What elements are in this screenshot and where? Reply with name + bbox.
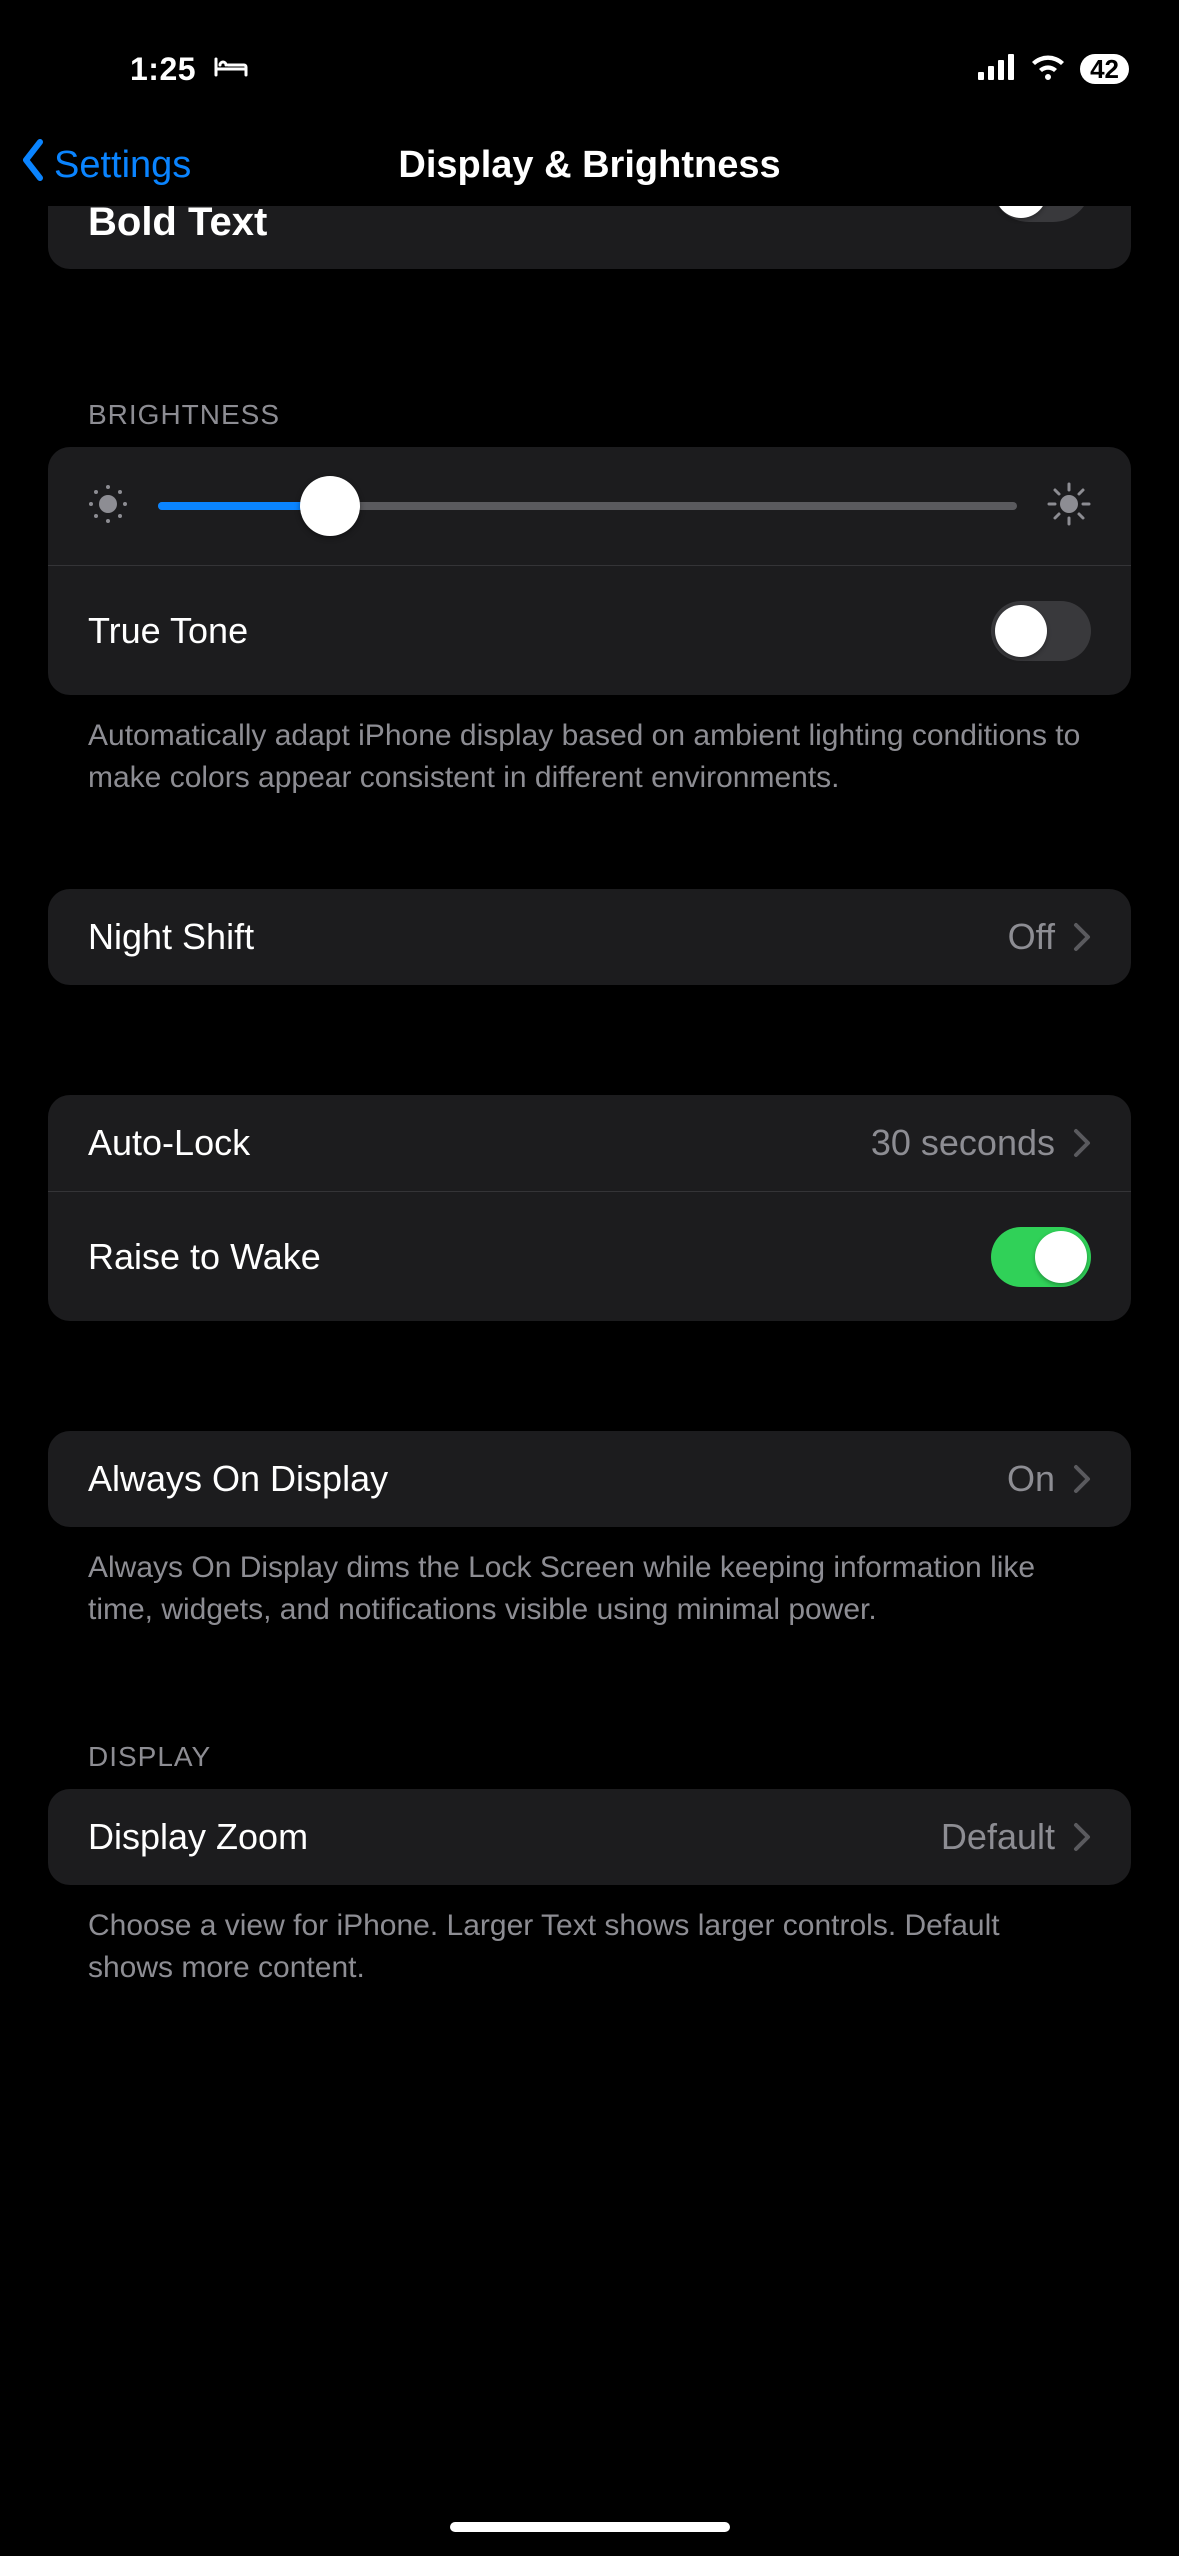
battery-indicator: 42 (1080, 54, 1129, 84)
brightness-slider-row (48, 447, 1131, 565)
true-tone-toggle[interactable] (991, 601, 1091, 661)
display-zoom-footer: Choose a view for iPhone. Larger Text sh… (48, 1885, 1131, 1989)
display-zoom-value: Default (941, 1816, 1055, 1858)
always-on-value: On (1007, 1458, 1055, 1500)
back-button[interactable]: Settings (20, 139, 191, 191)
auto-lock-value: 30 seconds (871, 1122, 1055, 1164)
lock-group: Auto-Lock 30 seconds Raise to Wake (48, 1095, 1131, 1321)
display-group: Display Zoom Default (48, 1789, 1131, 1885)
chevron-right-icon (1073, 1822, 1091, 1852)
chevron-right-icon (1073, 1128, 1091, 1158)
true-tone-row[interactable]: True Tone (48, 565, 1131, 695)
true-tone-footer: Automatically adapt iPhone display based… (48, 695, 1131, 799)
brightness-slider[interactable] (158, 502, 1017, 510)
display-zoom-label: Display Zoom (88, 1816, 308, 1858)
home-indicator[interactable] (450, 2522, 730, 2532)
display-header: DISPLAY (48, 1741, 1131, 1789)
cellular-icon (978, 54, 1016, 85)
night-shift-value: Off (1008, 916, 1055, 958)
always-on-row[interactable]: Always On Display On (48, 1431, 1131, 1527)
bed-icon (214, 55, 248, 84)
status-right: 42 (978, 26, 1129, 85)
auto-lock-row[interactable]: Auto-Lock 30 seconds (48, 1095, 1131, 1191)
raise-to-wake-label: Raise to Wake (88, 1236, 321, 1278)
always-on-footer: Always On Display dims the Lock Screen w… (48, 1527, 1131, 1631)
brightness-header: BRIGHTNESS (48, 399, 1131, 447)
wifi-icon (1030, 54, 1066, 85)
chevron-right-icon (1073, 1464, 1091, 1494)
back-label: Settings (54, 144, 191, 187)
always-on-group: Always On Display On (48, 1431, 1131, 1527)
night-shift-label: Night Shift (88, 916, 254, 958)
nav-bar: Settings Display & Brightness (0, 110, 1179, 220)
true-tone-label: True Tone (88, 610, 248, 652)
status-left: 1:25 (0, 23, 248, 88)
status-bar: 1:25 42 (0, 0, 1179, 110)
raise-to-wake-row[interactable]: Raise to Wake (48, 1191, 1131, 1321)
brightness-group: True Tone (48, 447, 1131, 695)
always-on-label: Always On Display (88, 1458, 388, 1500)
sun-high-icon (1047, 482, 1091, 531)
chevron-left-icon (20, 139, 46, 191)
night-shift-group: Night Shift Off (48, 889, 1131, 985)
raise-to-wake-toggle[interactable] (991, 1227, 1091, 1287)
night-shift-row[interactable]: Night Shift Off (48, 889, 1131, 985)
display-zoom-row[interactable]: Display Zoom Default (48, 1789, 1131, 1885)
status-time: 1:25 (130, 51, 196, 88)
chevron-right-icon (1073, 922, 1091, 952)
auto-lock-label: Auto-Lock (88, 1122, 250, 1164)
sun-low-icon (88, 484, 128, 529)
